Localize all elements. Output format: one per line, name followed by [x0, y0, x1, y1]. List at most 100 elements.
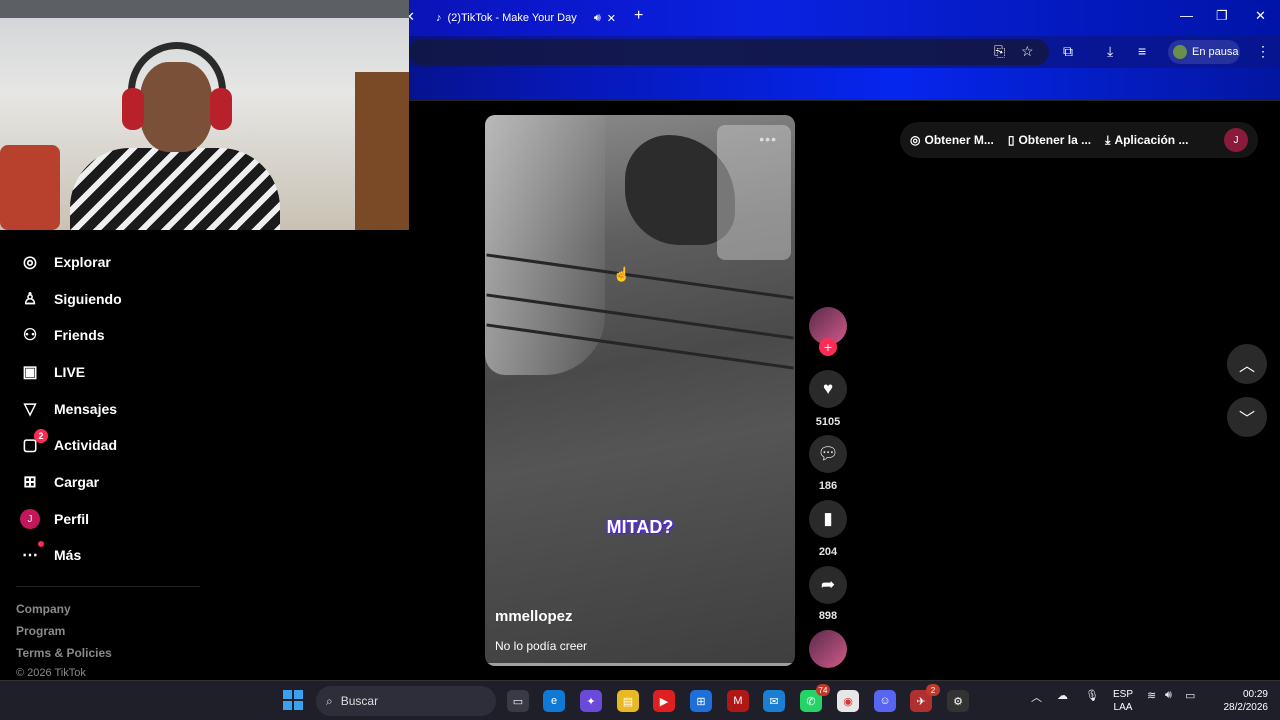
wifi-icon[interactable]: ≋: [1147, 689, 1156, 702]
sidebar-item-label: Actividad: [54, 437, 118, 453]
chrome-icon[interactable]: ◉: [837, 690, 859, 712]
webcam-bed: [0, 145, 60, 230]
chevron-up-icon: ︿: [1238, 358, 1255, 375]
mcafee-icon[interactable]: M: [727, 690, 749, 712]
address-bar[interactable]: [409, 39, 1049, 65]
avatar: J: [20, 509, 40, 529]
activity-badge: 2: [34, 429, 48, 443]
task-view-icon[interactable]: ▭: [507, 690, 529, 712]
copilot-icon[interactable]: ✦: [580, 690, 602, 712]
file-explorer-icon[interactable]: ▤: [617, 690, 639, 712]
mouse-cursor-icon: ☝: [613, 266, 631, 282]
taskbar-search[interactable]: ⌕ Buscar: [316, 686, 496, 716]
system-clock[interactable]: 00:29 28/2/2026: [1212, 688, 1269, 714]
sidebar-item-mas[interactable]: ⋯ Más: [20, 541, 81, 569]
microphone-icon[interactable]: 🎙︎: [1085, 689, 1099, 702]
media-control-icon[interactable]: ≡: [1138, 43, 1146, 59]
windows-start-icon[interactable]: [283, 690, 303, 710]
like-button[interactable]: ♥: [809, 370, 847, 408]
close-tab-icon[interactable]: ✕: [607, 12, 616, 25]
footer-link-terms[interactable]: Terms & Policies: [16, 646, 112, 660]
save-count: 204: [818, 546, 838, 558]
sidebar: ◎ Explorar ♙ Siguiendo ⚇ Friends ▣ LIVE …: [0, 230, 220, 680]
follow-plus-button[interactable]: +: [819, 338, 837, 356]
sidebar-item-friends[interactable]: ⚇ Friends: [20, 321, 105, 349]
youtube-icon[interactable]: ▶: [653, 690, 675, 712]
sidebar-item-actividad[interactable]: ▢ 2 Actividad: [20, 429, 118, 459]
new-tab-icon[interactable]: +: [634, 7, 643, 25]
live-icon: ▣: [22, 364, 38, 381]
volume-icon[interactable]: 🔊︎: [1165, 689, 1172, 702]
extensions-icon[interactable]: ⧉: [1063, 43, 1073, 60]
language-code: ESP: [1113, 689, 1134, 700]
discord-icon[interactable]: ☺: [874, 690, 896, 712]
clock-time: 00:29: [1242, 689, 1268, 700]
sidebar-item-explorar[interactable]: ◎ Explorar: [20, 248, 111, 276]
sidebar-item-label: Siguiendo: [54, 291, 122, 307]
copyright: © 2026 TikTok: [16, 667, 86, 679]
install-app-icon[interactable]: ⎘: [994, 43, 1005, 60]
video-more-options-icon[interactable]: •••: [759, 131, 777, 147]
sidebar-item-label: Perfil: [54, 511, 90, 527]
previous-video-button[interactable]: ︿: [1227, 344, 1267, 384]
clock-date: 28/2/2026: [1223, 702, 1269, 713]
store-icon[interactable]: ⊞: [690, 690, 712, 712]
get-app-label: Obtener la ...: [1018, 133, 1092, 147]
webcam-door: [355, 72, 409, 230]
webcam-ceiling: [0, 0, 409, 18]
get-coins-button[interactable]: ◎ Obtener M...: [910, 133, 994, 147]
profile-avatar: [1173, 45, 1187, 59]
language-indicator[interactable]: ESP LAA: [1113, 688, 1133, 714]
desktop-app-label: Aplicación ...: [1114, 133, 1189, 147]
sidebar-item-label: Explorar: [54, 254, 111, 270]
sidebar-item-perfil[interactable]: J Perfil: [20, 505, 89, 533]
video-username[interactable]: mmellopez: [495, 608, 573, 625]
restore-icon[interactable]: ❐: [1216, 8, 1228, 24]
get-app-button[interactable]: ▯ Obtener la ...: [1008, 133, 1091, 147]
next-video-button[interactable]: ﹀: [1227, 397, 1267, 437]
video-player[interactable]: ••• MITAD? mmellopez No lo podía creer: [485, 115, 795, 666]
windows-taskbar: ⌕ Buscar ▭ e ✦ ▤ ▶ ⊞ M ✉ ✆ 74 ◉ ☺ ✈ 2 ⚙ …: [0, 680, 1280, 720]
download-icon[interactable]: ⤓: [1107, 43, 1113, 60]
sidebar-item-siguiendo[interactable]: ♙ Siguiendo: [20, 285, 122, 313]
minimize-icon[interactable]: —: [1180, 8, 1193, 23]
tab-title: (2)TikTok - Make Your Day: [447, 12, 577, 24]
desktop-app-button[interactable]: ⤓ Aplicación ...: [1105, 133, 1188, 148]
whatsapp-icon[interactable]: ✆ 74: [800, 684, 830, 712]
video-scene-glass: [485, 115, 605, 375]
coin-icon: ◎: [910, 133, 921, 147]
edge-icon[interactable]: e: [543, 690, 565, 712]
onedrive-icon[interactable]: ☁: [1057, 689, 1068, 702]
battery-icon[interactable]: ▭: [1185, 689, 1195, 702]
profile-button[interactable]: En pausa: [1168, 40, 1240, 64]
speaker-icon[interactable]: 🔊︎: [594, 12, 601, 25]
sidebar-item-cargar[interactable]: ⊞ Cargar: [20, 468, 99, 496]
compass-icon: ◎: [23, 254, 37, 271]
browser-tab-tiktok[interactable]: ♪ (2)TikTok - Make Your Day 🔊︎ ✕: [428, 4, 624, 32]
video-scene-cup: [717, 125, 791, 260]
comment-button[interactable]: 💬︎: [809, 435, 847, 473]
footer-link-company[interactable]: Company: [16, 602, 71, 616]
tray-overflow-icon[interactable]: ︿: [1031, 689, 1042, 705]
video-description: No lo podía creer: [495, 639, 588, 653]
footer-link-program[interactable]: Program: [16, 624, 65, 638]
sidebar-item-mensajes[interactable]: ▽ Mensajes: [20, 395, 117, 423]
game-launcher-icon[interactable]: ✈ 2: [910, 684, 940, 712]
video-progress-bar[interactable]: [485, 663, 795, 666]
share-button[interactable]: ➦: [809, 566, 847, 604]
steam-icon[interactable]: ⚙: [947, 690, 969, 712]
sidebar-item-live[interactable]: ▣ LIVE: [20, 358, 85, 386]
heart-icon: ♥: [822, 379, 834, 398]
keyboard-layout: LAA: [1113, 702, 1133, 713]
avatar[interactable]: J: [1224, 128, 1248, 152]
search-icon: ⌕: [326, 693, 333, 708]
friends-icon: ⚇: [22, 327, 38, 344]
menu-kebab-icon[interactable]: ⋮: [1256, 43, 1270, 60]
next-video-creator-avatar[interactable]: [809, 630, 847, 668]
save-button[interactable]: ▮: [809, 500, 847, 538]
mail-icon[interactable]: ✉: [763, 690, 785, 712]
bookmark-star-icon[interactable]: ☆: [1021, 43, 1034, 60]
taskbar-search-label: Buscar: [340, 694, 379, 708]
close-window-icon[interactable]: ✕: [1255, 8, 1266, 24]
chevron-down-icon: ﹀: [1238, 411, 1255, 428]
